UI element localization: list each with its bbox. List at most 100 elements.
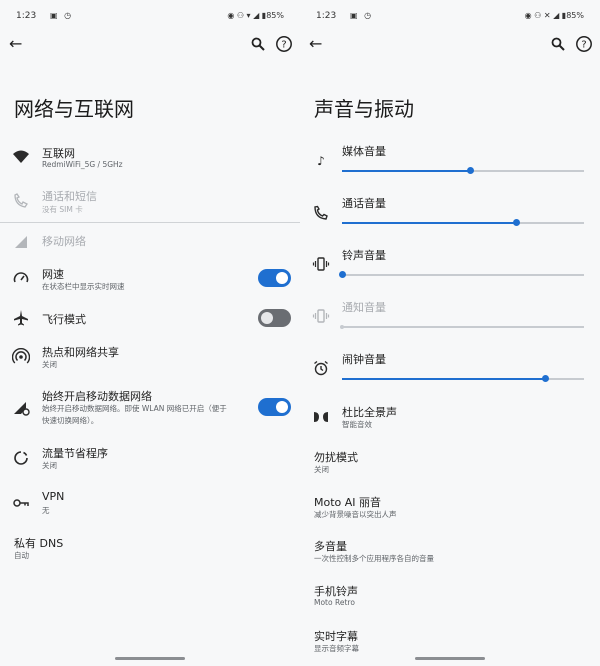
status-right: ◉ ⚇ ✕ ◢ ▮85% — [524, 11, 584, 20]
vpn-key-icon — [13, 499, 29, 507]
battery-percent: 85% — [566, 11, 584, 20]
slider-fill — [342, 378, 546, 380]
media-volume-slider[interactable] — [342, 166, 584, 176]
item-subtitle-line1: 始终开启移动数据网络。即使 WLAN 网络已开启（便于 — [42, 404, 227, 413]
list-item-always-on-mobile-data[interactable]: 始终开启移动数据网络 始终开启移动数据网络。即使 WLAN 网络已开启（便于 快… — [0, 387, 300, 429]
top-app-bar: ← ? — [300, 34, 600, 58]
page-title: 声音与振动 — [314, 97, 414, 121]
volume-notification: 通知音量 — [300, 298, 600, 334]
volume-media: ♪ 媒体音量 — [300, 142, 600, 178]
back-arrow-icon[interactable]: ← — [309, 34, 325, 54]
item-title: 杜比全景声 — [342, 406, 397, 419]
alarm-volume-slider[interactable] — [342, 374, 584, 384]
help-icon[interactable]: ? — [575, 35, 593, 53]
calls-sms-icon — [14, 193, 28, 208]
item-subtitle: 智能音效 — [342, 420, 372, 429]
slider-thumb[interactable] — [513, 219, 521, 226]
status-time: 1:23 — [316, 11, 337, 21]
item-title: 始终开启移动数据网络 — [42, 390, 152, 403]
list-item-mobile-network[interactable]: 移动网络 — [0, 231, 300, 251]
item-title: 勿扰模式 — [314, 451, 358, 464]
status-bar: 1:23 ▣ ◷ ◉ ⚇ ▾ ◢ ▮85% — [16, 10, 284, 24]
sound-settings-screen: 1:23 ▣ ◷ ◉ ⚇ ✕ ◢ ▮85% ← ? 声音与振动 ♪ 媒体音量 通… — [300, 0, 600, 666]
call-volume-slider[interactable] — [342, 218, 584, 228]
list-item-do-not-disturb[interactable]: 勿扰模式 关闭 — [300, 448, 600, 478]
item-title: 实时字幕 — [314, 630, 358, 643]
svg-text:?: ? — [281, 40, 286, 51]
speedometer-icon — [13, 272, 29, 283]
slider-track — [342, 326, 584, 328]
slider-thumb[interactable] — [542, 375, 550, 382]
page-title: 网络与互联网 — [14, 97, 134, 121]
list-item-dolby-atmos[interactable]: 杜比全景声 智能音效 — [300, 403, 600, 433]
airplane-icon — [14, 310, 28, 326]
list-item-private-dns[interactable]: 私有 DNS 自动 — [0, 534, 300, 564]
status-time: 1:23 — [16, 11, 37, 21]
network-settings-screen: 1:23 ▣ ◷ ◉ ⚇ ▾ ◢ ▮85% ← ? 网络与互联网 互联网 Red… — [0, 0, 300, 666]
list-item-live-caption[interactable]: 实时字幕 显示音频字幕 — [300, 627, 600, 657]
item-title: 移动网络 — [42, 235, 86, 248]
music-note-icon: ♪ — [317, 154, 325, 168]
alarm-clock-icon — [314, 360, 328, 376]
item-subtitle: Moto Retro — [314, 598, 355, 607]
volume-alarm: 闹钟音量 — [300, 350, 600, 386]
wifi-icon — [13, 150, 29, 163]
gesture-nav-handle[interactable] — [115, 657, 185, 660]
item-title: 通话和短信 — [42, 190, 97, 203]
volume-title: 通知音量 — [342, 301, 386, 314]
item-title: 热点和网络共享 — [42, 346, 119, 359]
item-subtitle: 无 — [42, 506, 50, 515]
toggle-knob — [276, 272, 288, 284]
list-item-airplane-mode[interactable]: 飞行模式 — [0, 308, 300, 330]
item-title: 飞行模式 — [42, 313, 86, 326]
item-title: 网速 — [42, 268, 64, 281]
network-speed-toggle[interactable] — [258, 269, 291, 287]
help-icon[interactable]: ? — [275, 35, 293, 53]
item-title: 互联网 — [42, 147, 75, 160]
status-right: ◉ ⚇ ▾ ◢ ▮85% — [227, 11, 284, 20]
list-item-data-saver[interactable]: 流量节省程序 关闭 — [0, 444, 300, 474]
volume-title: 通话音量 — [342, 197, 386, 210]
ring-volume-slider[interactable] — [339, 270, 584, 280]
slider-track — [342, 274, 584, 276]
list-item-network-speed[interactable]: 网速 在状态栏中显示实时网速 — [0, 265, 300, 295]
slider-thumb[interactable] — [467, 167, 475, 174]
item-subtitle: 减少背景噪音以突出人声 — [314, 510, 397, 519]
slider-thumb[interactable] — [339, 271, 346, 278]
item-subtitle: 关闭 — [314, 465, 329, 474]
gesture-nav-handle[interactable] — [415, 657, 485, 660]
list-item-ringtone[interactable]: 手机铃声 Moto Retro — [300, 582, 600, 612]
search-icon[interactable] — [550, 35, 566, 53]
search-icon[interactable] — [250, 35, 266, 53]
svg-text:?: ? — [581, 40, 586, 51]
vibrate-icon — [312, 257, 330, 271]
data-saver-icon — [14, 451, 28, 465]
hotspot-icon — [12, 348, 30, 364]
slider-fill — [342, 222, 517, 224]
list-item-hotspot[interactable]: 热点和网络共享 关闭 — [0, 343, 300, 373]
item-title: Moto AI 丽音 — [314, 496, 382, 509]
signal-icon — [15, 236, 27, 248]
list-item-vpn[interactable]: VPN 无 — [0, 489, 300, 519]
item-title: 流量节省程序 — [42, 447, 108, 460]
always-on-mobile-data-toggle[interactable] — [258, 398, 291, 416]
list-item-multi-volume[interactable]: 多音量 一次性控制多个应用程序各自的音量 — [300, 537, 600, 567]
item-subtitle: 显示音频字幕 — [314, 644, 359, 653]
status-bar: 1:23 ▣ ◷ ◉ ⚇ ✕ ◢ ▮85% — [316, 10, 584, 24]
item-subtitle-line2: 快速切换网络）。 — [42, 416, 99, 425]
item-title: 多音量 — [314, 540, 347, 553]
mobile-data-icon — [14, 402, 30, 416]
item-title: 手机铃声 — [314, 585, 358, 598]
item-subtitle: RedmiWiFi_5G / 5GHz — [42, 160, 123, 169]
list-item-calls-sms[interactable]: 通话和短信 没有 SIM 卡 — [0, 187, 300, 217]
airplane-mode-toggle[interactable] — [258, 309, 291, 327]
back-arrow-icon[interactable]: ← — [9, 34, 25, 54]
list-item-internet[interactable]: 互联网 RedmiWiFi_5G / 5GHz — [0, 143, 300, 173]
notification-icons: ▣ ◷ — [50, 11, 74, 20]
top-app-bar: ← ? — [0, 34, 300, 58]
vibrate-icon — [312, 309, 330, 323]
item-subtitle: 关闭 — [42, 461, 57, 470]
item-subtitle: 一次性控制多个应用程序各自的音量 — [314, 554, 434, 563]
item-subtitle: 关闭 — [42, 360, 57, 369]
list-item-moto-ai-audio[interactable]: Moto AI 丽音 减少背景噪音以突出人声 — [300, 493, 600, 523]
